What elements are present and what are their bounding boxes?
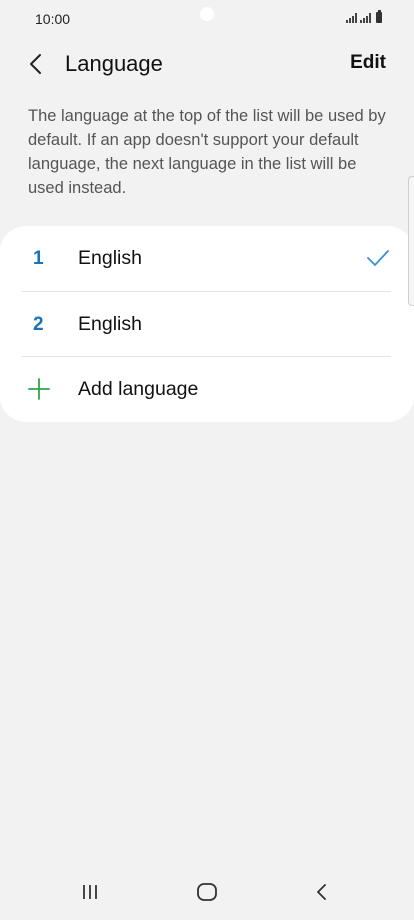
plus-icon (28, 378, 50, 400)
battery-icon (376, 10, 382, 23)
add-language-label: Add language (78, 378, 199, 400)
description-text: The language at the top of the list will… (28, 107, 386, 197)
language-index: 2 (33, 313, 44, 335)
chevron-left-icon (30, 54, 41, 74)
app-header: Language Edit (0, 40, 414, 88)
nav-back-button[interactable] (302, 876, 342, 908)
language-index: 1 (33, 247, 44, 269)
back-button[interactable] (20, 48, 52, 80)
language-label: English (78, 313, 142, 335)
recents-icon (83, 885, 97, 899)
page-title: Language (65, 51, 163, 76)
language-list-card: 1 English 2 English Add language (0, 226, 414, 422)
home-icon (197, 883, 217, 901)
recents-button[interactable] (70, 876, 110, 908)
language-item-2[interactable]: 2 English (0, 292, 414, 357)
camera-cutout (200, 7, 214, 21)
edit-button[interactable]: Edit (350, 52, 386, 74)
status-bar: 10:00 (0, 0, 414, 36)
back-icon (317, 884, 326, 900)
scrollbar-handle[interactable] (408, 176, 414, 306)
home-button[interactable] (187, 876, 227, 908)
add-language-button[interactable]: Add language (0, 357, 414, 422)
screen: 10:00 Language Edit The language at the … (0, 0, 414, 920)
language-label: English (78, 247, 142, 269)
signal-icon-2 (360, 13, 371, 23)
status-icons (346, 10, 382, 23)
check-icon (367, 250, 389, 266)
navigation-bar (0, 864, 414, 920)
language-item-1[interactable]: 1 English (0, 226, 414, 291)
status-time: 10:00 (35, 11, 71, 27)
signal-icon (346, 13, 357, 23)
